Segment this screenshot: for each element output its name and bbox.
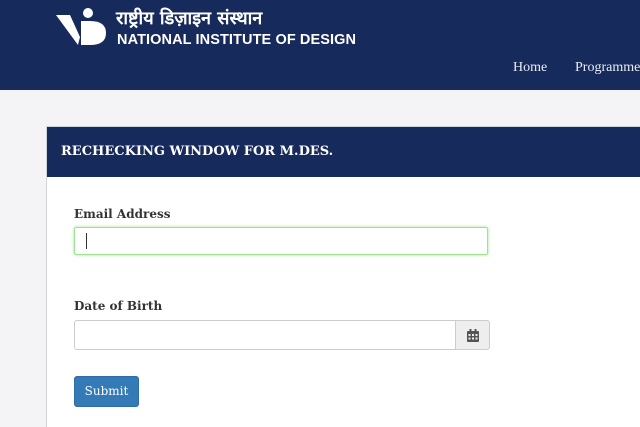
email-label: Email Address <box>74 207 171 221</box>
calendar-icon <box>467 329 479 342</box>
panel-header: RECHECKING WINDOW FOR M.DES. <box>47 127 640 177</box>
dob-input-group <box>74 320 490 350</box>
text-caret <box>86 233 87 249</box>
dob-field[interactable] <box>74 320 456 350</box>
nav-programmes-link[interactable]: Programme <box>575 60 640 76</box>
nav-home-link[interactable]: Home <box>513 60 547 76</box>
logo-english-text: NATIONAL INSTITUTE OF DESIGN <box>117 32 357 48</box>
calendar-button[interactable] <box>455 320 490 350</box>
site-header: राष्ट्रीय डिज़ाइन संस्थान NATIONAL INSTI… <box>0 0 640 90</box>
nid-logo-icon[interactable] <box>56 7 106 47</box>
rechecking-panel: RECHECKING WINDOW FOR M.DES. Email Addre… <box>46 126 640 427</box>
submit-button[interactable]: Submit <box>74 376 139 407</box>
logo-hindi-text: राष्ट्रीय डिज़ाइन संस्थान <box>116 8 263 29</box>
email-field[interactable] <box>74 227 488 255</box>
dob-label: Date of Birth <box>74 299 163 313</box>
panel-title: RECHECKING WINDOW FOR M.DES. <box>61 144 334 159</box>
